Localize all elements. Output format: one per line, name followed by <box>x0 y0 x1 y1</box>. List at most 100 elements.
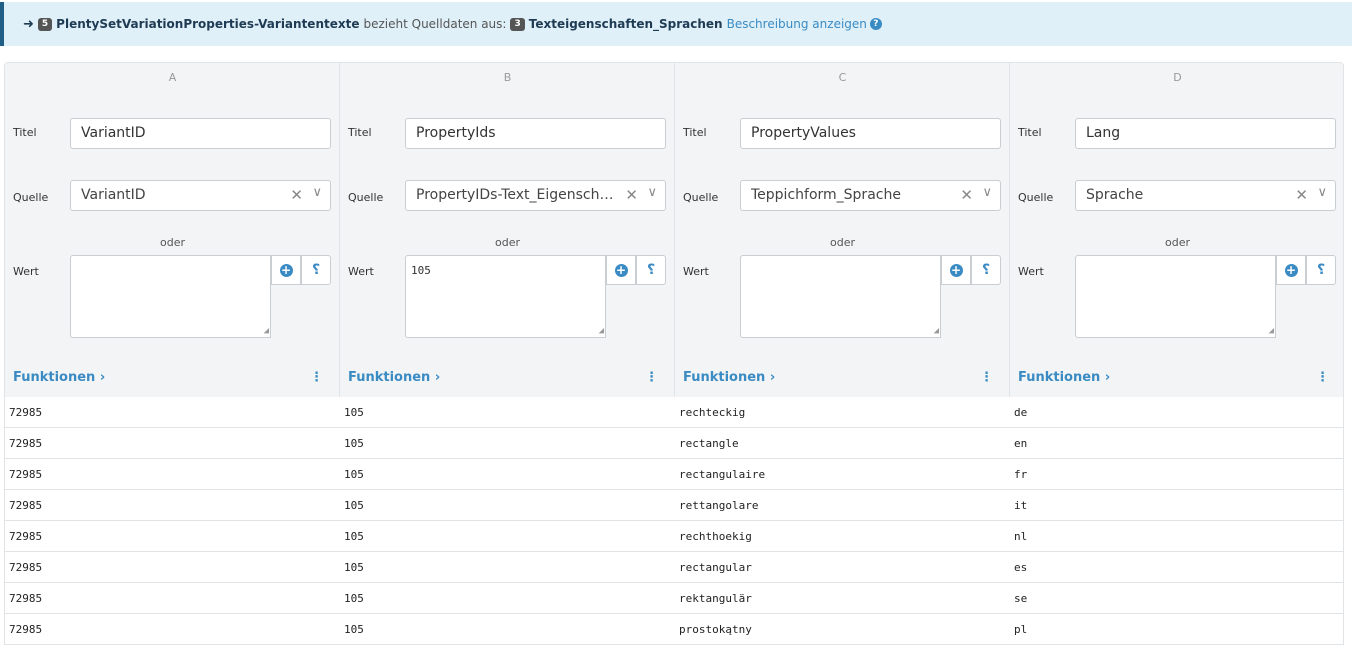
column-b: B Titel PropertyIds Quelle PropertyIDs-T… <box>340 63 675 644</box>
column-menu-icon[interactable]: ⋮ <box>1316 370 1329 385</box>
chevron-right-icon: › <box>434 370 441 385</box>
table-cell[interactable]: 105 <box>340 552 675 583</box>
column-cells: rechteckig rectangle rectangulaire retta… <box>675 397 1010 644</box>
table-cell[interactable]: rectangulaire <box>675 459 1010 490</box>
value-textarea[interactable]: ◢ <box>70 255 271 338</box>
title-input[interactable]: Lang <box>1075 118 1336 149</box>
table-cell[interactable]: 105 <box>340 428 675 459</box>
table-cell[interactable]: rettangolare <box>675 490 1010 521</box>
table-cell[interactable]: 105 <box>340 614 675 644</box>
table-cell[interactable]: en <box>1010 428 1343 459</box>
help-icon[interactable]: ? <box>869 18 882 30</box>
source-select[interactable]: Sprache ✕ ∨ <box>1075 180 1336 211</box>
table-cell[interactable]: se <box>1010 583 1343 614</box>
variable-tree-button[interactable]: ⸮ <box>971 255 1001 285</box>
resize-handle-icon[interactable]: ◢ <box>934 327 939 336</box>
table-cell[interactable]: fr <box>1010 459 1343 490</box>
chevron-down-icon[interactable]: ∨ <box>1317 185 1327 200</box>
table-cell[interactable]: 72985 <box>5 614 340 644</box>
add-value-button[interactable]: + <box>941 255 971 285</box>
table-cell[interactable]: 72985 <box>5 490 340 521</box>
titel-label: Titel <box>13 126 37 139</box>
table-cell[interactable]: 105 <box>340 397 675 428</box>
plus-circle-icon: + <box>279 262 293 277</box>
add-value-button[interactable]: + <box>1276 255 1306 285</box>
title-input[interactable]: PropertyValues <box>740 118 1001 149</box>
show-description-link[interactable]: Beschreibung anzeigen <box>727 17 867 31</box>
oder-label: oder <box>159 236 185 249</box>
column-menu-icon[interactable]: ⋮ <box>980 370 993 385</box>
variable-tree-button[interactable]: ⸮ <box>1306 255 1336 285</box>
source-name: Texteigenschaften_Sprachen <box>528 17 723 31</box>
table-cell[interactable]: prostokątny <box>675 614 1010 644</box>
target-count-badge: 5 <box>37 17 53 31</box>
table-cell[interactable]: 72985 <box>5 428 340 459</box>
chevron-right-icon: › <box>99 370 106 385</box>
table-cell[interactable]: 105 <box>340 521 675 552</box>
value-textarea[interactable]: 105 ◢ <box>405 255 606 338</box>
value-textarea[interactable]: ◢ <box>1075 255 1276 338</box>
wert-label: Wert <box>683 265 709 278</box>
column-menu-icon[interactable]: ⋮ <box>310 370 323 385</box>
chevron-down-icon[interactable]: ∨ <box>312 185 322 200</box>
quelle-label: Quelle <box>348 191 384 204</box>
column-letter: A <box>168 71 177 84</box>
variable-tree-button[interactable]: ⸮ <box>636 255 666 285</box>
funktionen-toggle[interactable]: Funktionen › <box>1018 370 1110 385</box>
quelle-label: Quelle <box>1018 191 1054 204</box>
funktionen-toggle[interactable]: Funktionen › <box>13 370 105 385</box>
quelle-label: Quelle <box>683 191 719 204</box>
chevron-down-icon[interactable]: ∨ <box>647 185 657 200</box>
table-cell[interactable]: 72985 <box>5 521 340 552</box>
table-cell[interactable]: it <box>1010 490 1343 521</box>
table-cell[interactable]: rechteckig <box>675 397 1010 428</box>
table-cell[interactable]: 105 <box>340 490 675 521</box>
clear-icon[interactable]: ✕ <box>625 186 638 204</box>
table-cell[interactable]: rectangle <box>675 428 1010 459</box>
funktionen-toggle[interactable]: Funktionen › <box>348 370 440 385</box>
table-cell[interactable]: 72985 <box>5 459 340 490</box>
table-cell[interactable]: rektangulär <box>675 583 1010 614</box>
table-cell[interactable]: nl <box>1010 521 1343 552</box>
chevron-down-icon[interactable]: ∨ <box>982 185 992 200</box>
variable-tree-button[interactable]: ⸮ <box>301 255 331 285</box>
source-info-bar: ➜ 5 PlentySetVariationProperties-Variant… <box>0 2 1352 46</box>
table-cell[interactable]: 72985 <box>5 397 340 428</box>
column-letter: C <box>838 71 847 84</box>
relation-text: bezieht Quelldaten aus: <box>363 17 507 31</box>
table-cell[interactable]: pl <box>1010 614 1343 644</box>
value-text: 105 <box>411 264 431 277</box>
source-select-value: Teppichform_Sprache <box>751 187 901 203</box>
column-menu-icon[interactable]: ⋮ <box>645 370 658 385</box>
add-value-button[interactable]: + <box>606 255 636 285</box>
funktionen-label: Funktionen <box>1018 370 1101 385</box>
column-cells: de en fr it nl es se pl <box>1010 397 1343 644</box>
resize-handle-icon[interactable]: ◢ <box>264 327 269 336</box>
table-cell[interactable]: 105 <box>340 459 675 490</box>
clear-icon[interactable]: ✕ <box>290 186 303 204</box>
source-select-value: PropertyIDs-Text_Eigenschaft... <box>416 187 616 203</box>
funktionen-toggle[interactable]: Funktionen › <box>683 370 775 385</box>
resize-handle-icon[interactable]: ◢ <box>1269 327 1274 336</box>
oder-label: oder <box>1164 236 1190 249</box>
source-select[interactable]: VariantID ✕ ∨ <box>70 180 331 211</box>
table-cell[interactable]: 72985 <box>5 583 340 614</box>
chevron-right-icon: › <box>769 370 776 385</box>
title-input[interactable]: VariantID <box>70 118 331 149</box>
table-cell[interactable]: 72985 <box>5 552 340 583</box>
table-cell[interactable]: rectangular <box>675 552 1010 583</box>
clear-icon[interactable]: ✕ <box>1295 186 1308 204</box>
source-count-badge: 3 <box>510 17 525 31</box>
source-select[interactable]: Teppichform_Sprache ✕ ∨ <box>740 180 1001 211</box>
table-cell[interactable]: de <box>1010 397 1343 428</box>
source-select-value: VariantID <box>81 187 146 203</box>
clear-icon[interactable]: ✕ <box>960 186 973 204</box>
value-textarea[interactable]: ◢ <box>740 255 941 338</box>
table-cell[interactable]: 105 <box>340 583 675 614</box>
add-value-button[interactable]: + <box>271 255 301 285</box>
source-select[interactable]: PropertyIDs-Text_Eigenschaft... ✕ ∨ <box>405 180 666 211</box>
resize-handle-icon[interactable]: ◢ <box>599 327 604 336</box>
table-cell[interactable]: es <box>1010 552 1343 583</box>
title-input[interactable]: PropertyIds <box>405 118 666 149</box>
table-cell[interactable]: rechthoekig <box>675 521 1010 552</box>
